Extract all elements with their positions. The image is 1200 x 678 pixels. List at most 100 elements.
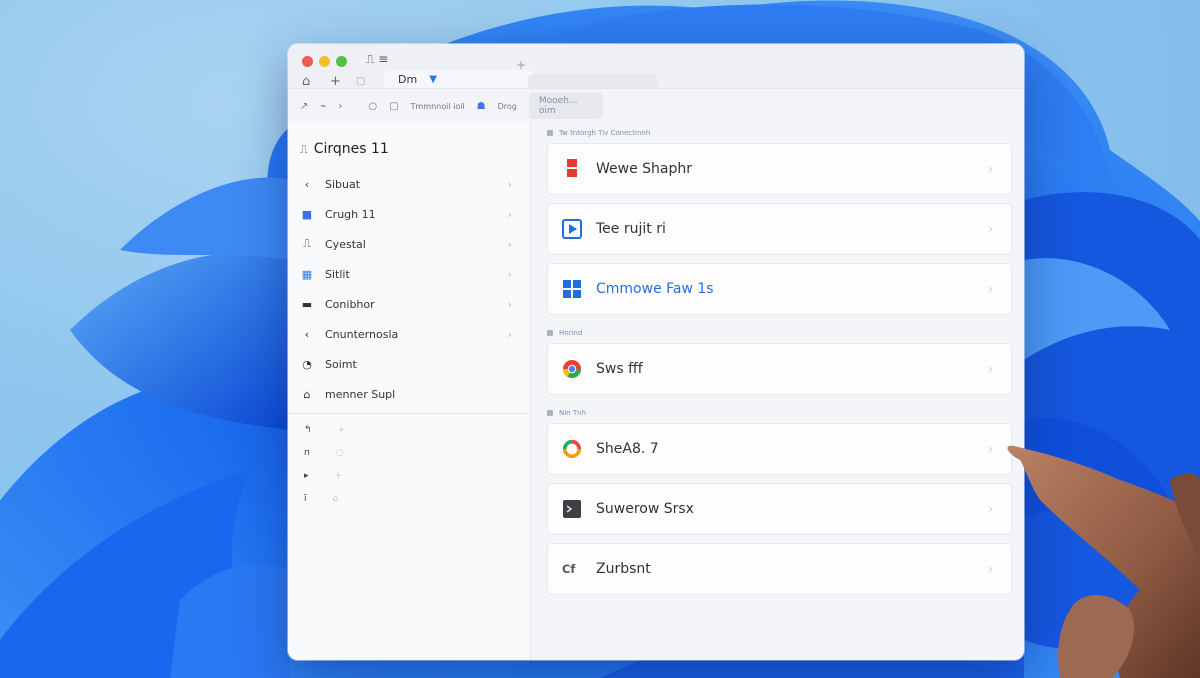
clock-icon: ◔ — [302, 357, 312, 371]
sidebar-item-label: Sibuat — [325, 177, 361, 191]
sidebar-item-label: Sitlit — [325, 267, 350, 281]
back-icon: ‹ — [304, 177, 310, 191]
section-icon — [547, 130, 553, 136]
sidebar-small-row[interactable]: п ○ — [288, 441, 530, 464]
sidebar-small-row[interactable]: ↰ + — [288, 418, 530, 441]
small-row-icon: п — [304, 447, 310, 458]
sidebar: ⎍ Cirqnes 11 ‹ Sibuat › ■ Crugh 11 › ⎍ Cyestal › ▦… — [288, 123, 531, 660]
sidebar-item[interactable]: ‹ Sibuat › — [288, 169, 530, 199]
back-icon[interactable]: ↗ — [300, 101, 308, 112]
home-icon: ⌂ — [303, 387, 311, 401]
monitor-icon: ▬ — [301, 297, 313, 311]
home-icon[interactable]: ⌂ — [302, 74, 310, 89]
tab-label: Dm — [398, 72, 418, 86]
small-row-action-icon[interactable]: ○ — [336, 448, 344, 458]
back-icon: ‹ — [304, 327, 310, 341]
chevron-down-icon[interactable]: ▼ — [429, 74, 437, 85]
small-row-icon: ↰ — [304, 424, 312, 435]
card-label: Sws fff — [596, 361, 643, 377]
toolbar-label-2[interactable]: Drog — [498, 102, 517, 111]
card-label: Wewe Shaphr — [596, 161, 693, 177]
chevron-right-icon: › — [507, 267, 512, 281]
chrome-icon — [562, 359, 582, 379]
small-row-action-icon[interactable]: + — [335, 471, 343, 481]
card-label: Tee rujit ri — [596, 221, 666, 237]
card-label: Cmmowe Faw 1s — [596, 281, 714, 297]
sidebar-small-row[interactable]: ĭ ⌂ — [288, 487, 530, 510]
sidebar-item-label: Conibhor — [325, 297, 375, 311]
section-label: Hnrind — [547, 323, 1012, 343]
settings-card[interactable]: Suwerow Srsx › — [547, 483, 1012, 535]
close-window-button[interactable] — [302, 56, 313, 67]
bookmark-icon[interactable]: ☗ — [477, 101, 486, 112]
sidebar-item[interactable]: ‹ Cnunternosla › — [288, 319, 530, 349]
forward-icon[interactable]: ⌁ — [320, 101, 326, 112]
small-row-action-icon[interactable]: ⌂ — [333, 494, 339, 504]
small-row-icon: ▸ — [304, 470, 309, 481]
sidebar-item-label: Cnunternosla — [325, 327, 399, 341]
sidebar-item[interactable]: ⌂ menner Supl — [288, 379, 530, 409]
chevron-right-icon: › — [988, 362, 993, 376]
settings-card[interactable]: Tee rujit ri › — [547, 203, 1012, 255]
play-icon — [562, 219, 582, 239]
toolbar-label[interactable]: Tmmnnoil ioil — [411, 102, 465, 111]
small-row-icon: ĭ — [304, 493, 307, 504]
cf-logo-icon: Cf — [562, 559, 582, 579]
settings-card[interactable]: Sws fff › — [547, 343, 1012, 395]
sidebar-item[interactable]: ⎍ Cyestal › — [288, 229, 530, 259]
document-icon: ⎍ — [303, 237, 311, 250]
tab-page-icon: ⎍ ≡ — [366, 52, 389, 66]
chevron-right-icon: › — [507, 327, 512, 341]
terminal-icon — [562, 499, 582, 519]
sidebar-item-label: menner Supl — [325, 387, 396, 401]
chevron-right-icon: › — [988, 222, 993, 236]
section-label-text: Hnrind — [559, 329, 583, 337]
chevron-right-icon: › — [507, 237, 512, 251]
maximize-window-button[interactable] — [336, 56, 347, 67]
window-icon[interactable]: ▢ — [389, 101, 398, 112]
section-label-text: Nin Tnh — [559, 409, 586, 417]
sidebar-title: ⎍ Cirqnes 11 — [300, 141, 389, 157]
chevron-right-icon: › — [988, 282, 993, 296]
tab-active[interactable]: Dm ▼ — [384, 70, 534, 88]
windows-icon — [562, 279, 582, 299]
small-row-action-icon[interactable]: + — [338, 425, 346, 435]
settings-card[interactable]: Cf Zurbsnt › — [547, 543, 1012, 595]
refresh-icon[interactable]: ○ — [368, 101, 377, 112]
section-icon — [547, 330, 553, 336]
sidebar-item[interactable]: ■ Crugh 11 › — [288, 199, 530, 229]
title-bar: ⎍ ≡ + ⌂ + ▢ Dm ▼ — [288, 44, 1024, 102]
chevron-right-icon: › — [507, 207, 512, 221]
chevron-right-icon: › — [988, 442, 993, 456]
section-label-text: Tw tntorgh Tiv Conectinnh — [559, 129, 651, 137]
sidebar-item-label: Soimt — [325, 357, 357, 371]
red-app-icon — [562, 159, 582, 179]
sidebar-item[interactable]: ▬ Conibhor › — [288, 289, 530, 319]
toolbar: ↗ ⌁ › ○ ▢ Tmmnnoil ioil ☗ Drog Mooeh... … — [288, 89, 1024, 124]
settings-window: ⎍ ≡ + ⌂ + ▢ Dm ▼ ↗ ⌁ › ○ ▢ Tmmnnoil ioil… — [288, 44, 1024, 660]
minimize-window-button[interactable] — [319, 56, 330, 67]
section-label: Tw tntorgh Tiv Conectinnh — [547, 123, 1012, 143]
stop-icon[interactable]: ▢ — [356, 76, 365, 87]
address-bar[interactable]: Mooeh... oim — [528, 93, 603, 119]
chevron-right-icon: › — [988, 562, 993, 576]
section-icon — [547, 410, 553, 416]
sidebar-small-row[interactable]: ▸ + — [288, 464, 530, 487]
card-label: Suwerow Srsx — [596, 501, 694, 517]
sidebar-item[interactable]: ◔ Soimt — [288, 349, 530, 379]
sidebar-item-label: Crugh 11 — [325, 207, 376, 221]
chevron-right-icon: › — [988, 502, 993, 516]
settings-card[interactable]: SheA8. 7 › — [547, 423, 1012, 475]
card-label: SheA8. 7 — [596, 441, 659, 457]
sidebar-item-label: Cyestal — [325, 237, 366, 251]
chevron-right-icon: › — [507, 297, 512, 311]
add-icon[interactable]: + — [330, 74, 341, 89]
ring-icon — [562, 439, 582, 459]
chevron-right-icon[interactable]: › — [338, 101, 342, 112]
main-pane: Tw tntorgh Tiv Conectinnh Wewe Shaphr › Tee… — [531, 123, 1024, 660]
sidebar-item[interactable]: ▦ Sitlit › — [288, 259, 530, 289]
chevron-right-icon: › — [988, 162, 993, 176]
settings-card[interactable]: Wewe Shaphr › — [547, 143, 1012, 195]
settings-card[interactable]: Cmmowe Faw 1s › — [547, 263, 1012, 315]
tab-inactive[interactable] — [528, 74, 658, 88]
